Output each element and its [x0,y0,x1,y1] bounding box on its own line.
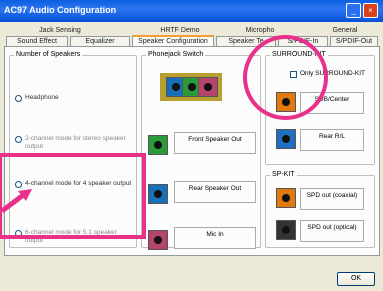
ok-button[interactable]: OK [337,272,375,286]
spd-out-coaxial-button[interactable]: SPD out (coaxial) [300,188,364,210]
tab-jack-sensing[interactable]: Jack Sensing [30,26,90,36]
close-button[interactable]: × [363,3,378,18]
rear-rl-jack-icon [276,129,296,149]
tab-spdif-out[interactable]: S/PDIF-Out [330,36,378,46]
jack-pink-icon [198,77,218,97]
jack-panel-image [160,73,222,101]
sp-kit-group-label: SP-KIT [270,171,297,178]
front-jack-icon [148,135,168,155]
tab-general[interactable]: General [320,26,370,36]
front-speaker-out-button[interactable]: Front Speaker Out [174,132,256,154]
sp-kit-group: SP-KIT SPD out (coaxial) SPD out (optica… [265,171,375,248]
title-bar: AC97 Audio Configuration [0,0,383,22]
rear-speaker-out-button[interactable]: Rear Speaker Out [174,181,256,203]
spd-out-optical-button[interactable]: SPD out (optical) [300,220,364,242]
spd-coaxial-jack-icon [276,188,296,208]
window-title: AC97 Audio Configuration [4,5,117,15]
phonejack-group-label: Phonejack Switch [146,51,206,58]
highlight-circle [243,35,328,120]
tab-equalizer[interactable]: Equalizer [70,36,130,46]
minimize-button[interactable]: _ [346,3,361,18]
radio-button[interactable] [15,136,22,143]
radio-label: 2-channel mode for stereo speaker output [25,135,126,150]
tab-microphone[interactable]: Micropho [235,26,285,36]
radio-label: Headphone [25,94,59,101]
radio-button[interactable] [15,95,22,102]
mic-jack-icon [148,230,168,250]
speakers-group-label: Number of Speakers [14,51,83,58]
rear-rl-button[interactable]: Rear R/L [300,129,364,151]
rear-jack-icon [148,184,168,204]
spd-optical-jack-icon [276,220,296,240]
mic-in-button[interactable]: Mic In [174,227,256,249]
arrow-icon [0,189,32,213]
tab-sound-effect[interactable]: Sound Effect [6,36,68,46]
